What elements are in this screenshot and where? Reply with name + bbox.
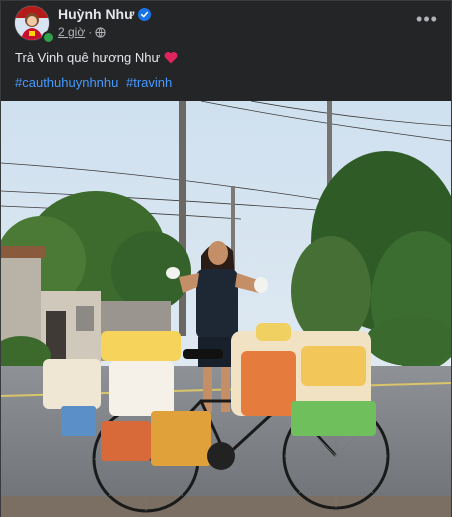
- online-status-dot: [42, 31, 55, 44]
- facebook-post: Huỳnh Như 2 giờ · ••• Trà Vinh quê hương…: [0, 0, 452, 517]
- author-name[interactable]: Huỳnh Như: [58, 6, 134, 22]
- photo-illustration: [1, 101, 451, 517]
- post-header: Huỳnh Như 2 giờ · •••: [1, 1, 452, 45]
- post-caption: Trà Vinh quê hương Như: [15, 50, 178, 65]
- post-photo[interactable]: [1, 101, 451, 517]
- post-timestamp[interactable]: 2 giờ: [58, 25, 85, 39]
- verified-badge-icon: [138, 7, 152, 21]
- more-options-button[interactable]: •••: [415, 9, 439, 33]
- hashtag-link[interactable]: #travinh: [126, 75, 172, 90]
- hashtag-link[interactable]: #cauthuhuynhnhu: [15, 75, 118, 90]
- more-dots-icon: •••: [416, 9, 438, 29]
- caption-text: Trà Vinh quê hương Như: [15, 50, 161, 65]
- red-heart-icon: [164, 52, 178, 64]
- hashtags: #cauthuhuynhnhu #travinh: [15, 75, 176, 90]
- globe-icon[interactable]: [95, 26, 106, 38]
- separator-dot: ·: [88, 25, 93, 39]
